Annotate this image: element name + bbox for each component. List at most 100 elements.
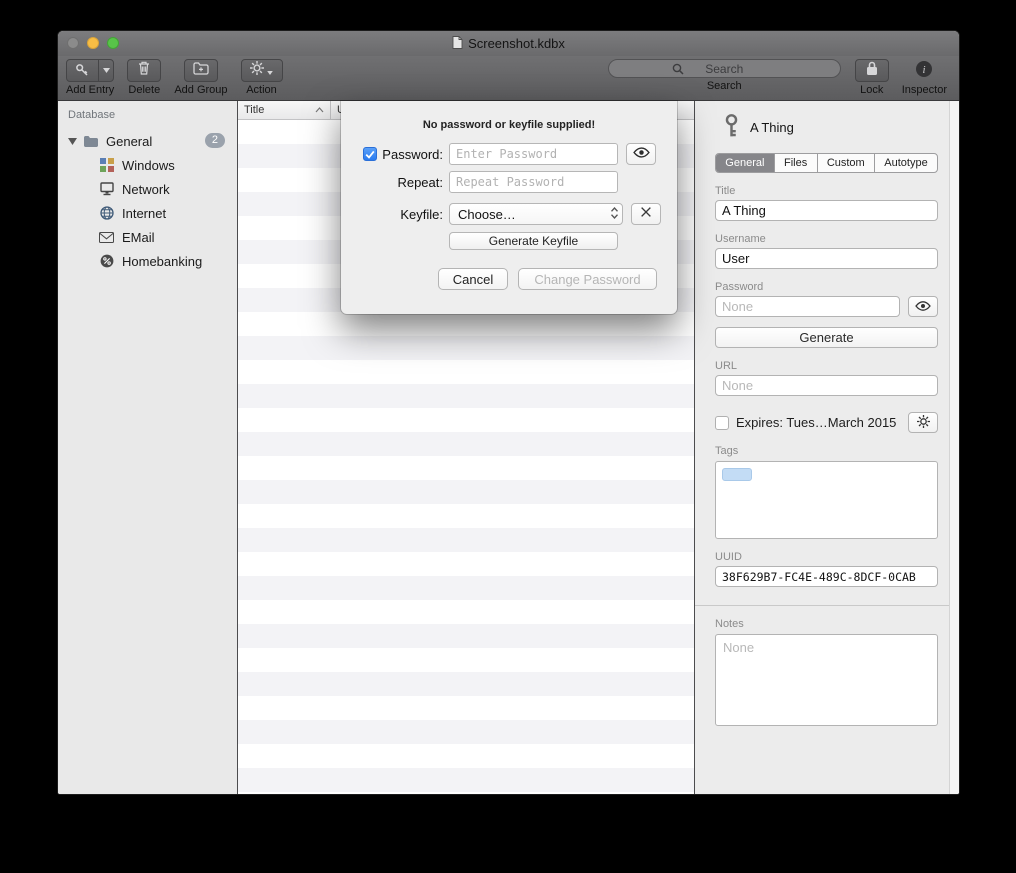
sidebar-item-label: General <box>106 134 152 149</box>
inspector-header: A Thing <box>723 114 939 140</box>
toolbar-item-inspector: i Inspector <box>902 59 947 96</box>
disclosure-triangle-icon[interactable] <box>68 138 82 145</box>
toolbar-item-action: Action <box>241 59 283 96</box>
lock-button[interactable] <box>855 59 889 82</box>
url-field-label: URL <box>715 360 938 372</box>
sheet-actions: Cancel Change Password <box>341 268 657 290</box>
inspector-label: Inspector <box>902 84 947 96</box>
folder-icon <box>82 133 99 149</box>
title-field-label: Title <box>715 185 938 197</box>
tab-custom[interactable]: Custom <box>818 154 875 172</box>
action-button[interactable] <box>241 59 283 82</box>
inspector-toggle-button[interactable]: i <box>915 59 933 82</box>
repeat-row: Repeat: <box>357 171 677 193</box>
minimize-button[interactable] <box>87 37 99 49</box>
entry-title: A Thing <box>750 120 794 135</box>
new-password-input[interactable] <box>449 143 618 165</box>
add-group-button[interactable] <box>184 59 218 82</box>
reveal-password-button[interactable] <box>908 296 938 317</box>
password-label: Password: <box>382 147 443 162</box>
change-password-sheet: No password or keyfile supplied! Passwor… <box>341 101 677 314</box>
tab-general[interactable]: General <box>716 154 775 172</box>
cancel-button[interactable]: Cancel <box>438 268 508 290</box>
sheet-message: No password or keyfile supplied! <box>341 101 677 131</box>
sidebar-item-email[interactable]: EMail <box>58 225 237 249</box>
entry-count-badge: 2 <box>205 133 225 148</box>
app-window: Screenshot.kdbx Add Entry Delete <box>57 30 960 795</box>
sidebar-item-label: Network <box>122 182 170 197</box>
sidebar-item-homebanking[interactable]: Homebanking <box>58 249 237 273</box>
repeat-label: Repeat: <box>397 175 443 190</box>
add-group-label: Add Group <box>174 84 227 96</box>
tags-label: Tags <box>715 445 938 457</box>
close-icon <box>640 205 652 223</box>
password-field[interactable] <box>715 296 900 317</box>
sidebar-item-general[interactable]: General 2 <box>58 129 237 153</box>
change-password-button[interactable]: Change Password <box>518 268 657 290</box>
toolbar-item-search: Search <box>608 59 841 92</box>
generate-keyfile-button[interactable]: Generate Keyfile <box>449 232 618 250</box>
password-field-label: Password <box>715 281 938 293</box>
tab-files[interactable]: Files <box>775 154 818 172</box>
reveal-password-button[interactable] <box>626 143 656 165</box>
keyfile-dropdown-value: Choose… <box>458 207 516 222</box>
lock-icon <box>866 61 878 81</box>
close-button[interactable] <box>67 37 79 49</box>
document-proxy-icon <box>452 36 463 52</box>
inspector-tabs: General Files Custom Autotype <box>715 153 938 173</box>
key-plus-icon <box>67 60 98 81</box>
toolbar-item-delete: Delete <box>127 59 161 96</box>
sidebar-header: Database <box>58 107 237 129</box>
expires-row: Expires: Tues…March 2015 <box>715 412 938 433</box>
add-entry-button[interactable] <box>66 59 114 82</box>
column-title-label: Title <box>244 104 264 116</box>
windows-icon <box>98 157 115 173</box>
window-title-text: Screenshot.kdbx <box>468 36 565 51</box>
trash-icon <box>138 61 150 80</box>
window-title: Screenshot.kdbx <box>452 36 565 52</box>
search-label: Search <box>707 80 742 92</box>
sort-ascending-icon <box>315 104 324 116</box>
username-field[interactable] <box>715 248 938 269</box>
stepper-arrows-icon <box>610 206 619 223</box>
traffic-lights <box>67 37 119 49</box>
password-checkbox[interactable] <box>363 147 377 161</box>
sidebar-item-internet[interactable]: Internet <box>58 201 237 225</box>
sidebar-item-windows[interactable]: Windows <box>58 153 237 177</box>
delete-button[interactable] <box>127 59 161 82</box>
sidebar-item-label: Windows <box>122 158 175 173</box>
inspector-scrollbar[interactable] <box>949 101 959 794</box>
inspector-panel: A Thing General Files Custom Autotype Ti… <box>694 101 959 794</box>
tag-token[interactable] <box>722 468 752 481</box>
zoom-button[interactable] <box>107 37 119 49</box>
keyfile-dropdown[interactable]: Choose… <box>449 203 623 225</box>
gear-icon <box>917 415 930 431</box>
search-field[interactable] <box>608 59 841 78</box>
divider <box>695 605 959 606</box>
expires-label: Expires: Tues…March 2015 <box>736 415 901 430</box>
add-entry-dropdown-arrow[interactable] <box>98 60 113 81</box>
expires-checkbox[interactable] <box>715 416 729 430</box>
generate-password-button[interactable]: Generate <box>715 327 938 348</box>
tab-autotype[interactable]: Autotype <box>875 154 937 172</box>
url-field[interactable] <box>715 375 938 396</box>
expires-settings-button[interactable] <box>908 412 938 433</box>
desktop-background: Screenshot.kdbx Add Entry Delete <box>0 0 1016 873</box>
sidebar-item-label: Homebanking <box>122 254 202 269</box>
gear-icon <box>250 61 264 80</box>
column-header-title[interactable]: Title <box>238 101 331 119</box>
percent-icon <box>98 253 115 269</box>
title-field[interactable] <box>715 200 938 221</box>
key-icon <box>723 113 740 142</box>
notes-field[interactable]: None <box>715 634 938 726</box>
clear-keyfile-button[interactable] <box>631 203 661 225</box>
generate-keyfile-row: Generate Keyfile <box>357 232 677 250</box>
tags-field[interactable] <box>715 461 938 539</box>
add-entry-label: Add Entry <box>66 84 114 96</box>
uuid-field[interactable] <box>715 566 938 587</box>
repeat-password-input[interactable] <box>449 171 618 193</box>
sidebar-item-network[interactable]: Network <box>58 177 237 201</box>
toolbar-item-add-group: Add Group <box>174 59 227 96</box>
network-icon <box>98 181 115 197</box>
title-bar[interactable]: Screenshot.kdbx <box>58 31 959 56</box>
